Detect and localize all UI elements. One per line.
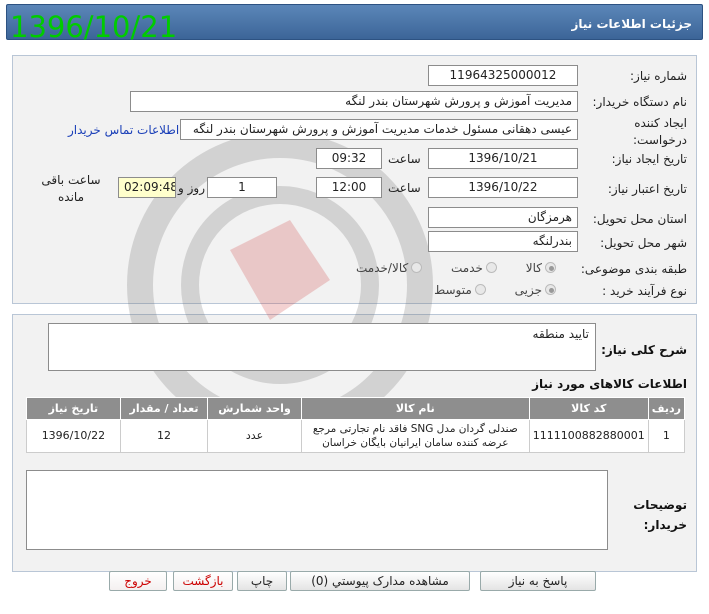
cell-code: 1111100882880001 bbox=[528, 419, 649, 453]
created-date-label: تاریخ ایجاد نیاز: bbox=[611, 152, 687, 166]
items-table: ردیف کد کالا نام کالا واحد شمارش تعداد /… bbox=[26, 397, 686, 453]
view-attachments-button[interactable]: مشاهده مدارک پیوستي (0) bbox=[290, 571, 470, 591]
table-row: 1 1111100882880001 صندلی گردان مدل SNG ف… bbox=[26, 419, 686, 453]
buyer-org-field: مدیریت آموزش و پرورش شهرستان بندر لنگه bbox=[130, 91, 578, 112]
city-label: شهر محل تحویل: bbox=[600, 236, 687, 250]
col-date: تاریخ نیاز bbox=[26, 397, 121, 420]
validity-time-field: 12:00 bbox=[316, 177, 382, 198]
category-option-service[interactable]: خدمت bbox=[451, 261, 500, 275]
cell-row: 1 bbox=[647, 419, 686, 453]
items-section-title: اطلاعات کالاهای مورد نیاز bbox=[532, 377, 687, 391]
process-option-minor[interactable]: جزیی bbox=[515, 283, 559, 297]
radio-checked-icon[interactable] bbox=[545, 262, 556, 273]
need-number-label: شماره نیاز: bbox=[630, 69, 687, 83]
remaining-time-label: ساعت باقی مانده bbox=[41, 173, 101, 204]
description-field: تایید منطقه bbox=[48, 323, 596, 371]
buyer-notes-label: توضیحات خریدار: bbox=[633, 498, 687, 532]
city-field: بندرلنگه bbox=[428, 231, 578, 252]
col-unit: واحد شمارش bbox=[207, 397, 302, 420]
back-button[interactable]: بازگشت bbox=[173, 571, 233, 591]
remaining-time-field: 02:09:48 bbox=[118, 177, 176, 198]
process-option-medium[interactable]: متوسط bbox=[434, 283, 489, 297]
created-time-field: 09:32 bbox=[316, 148, 382, 169]
radio-unchecked-icon[interactable] bbox=[474, 284, 486, 295]
radio-unchecked-icon[interactable] bbox=[411, 262, 423, 273]
items-table-header: ردیف کد کالا نام کالا واحد شمارش تعداد /… bbox=[26, 397, 686, 420]
col-code: کد کالا bbox=[528, 397, 649, 420]
buyer-org-label: نام دستگاه خریدار: bbox=[592, 95, 688, 109]
created-time-label: ساعت bbox=[388, 152, 421, 166]
category-option-goods-service[interactable]: کالا/خدمت bbox=[356, 261, 425, 275]
description-label: شرح کلی نیاز: bbox=[601, 343, 687, 357]
category-radio-group: کالا خدمت کالا/خدمت bbox=[334, 261, 559, 275]
page-title: جزئیات اطلاعات نیاز bbox=[571, 17, 692, 31]
print-button[interactable]: چاپ bbox=[237, 571, 287, 591]
description-text: تایید منطقه bbox=[532, 327, 589, 341]
process-radio-group: جزیی متوسط bbox=[412, 283, 559, 297]
province-label: استان محل تحویل: bbox=[592, 212, 687, 226]
cell-date: 1396/10/22 bbox=[26, 419, 121, 453]
category-label: طبقه بندی موضوعی: bbox=[580, 262, 687, 276]
validity-date-label: تاریخ اعتبار نیاز: bbox=[607, 182, 687, 196]
validity-days-label: روز و bbox=[178, 181, 205, 195]
need-number-field: 1196432500001​2 bbox=[428, 65, 578, 86]
province-field: هرمزگان bbox=[428, 207, 578, 228]
col-row: ردیف bbox=[647, 397, 686, 420]
category-option-goods[interactable]: کالا bbox=[526, 261, 559, 275]
cell-qty: 12 bbox=[119, 419, 209, 453]
col-qty: تعداد / مقدار bbox=[119, 397, 209, 420]
created-date-field: 1396/10/21 bbox=[428, 148, 578, 169]
radio-unchecked-icon[interactable] bbox=[485, 262, 497, 273]
radio-checked-icon[interactable] bbox=[545, 284, 556, 295]
validity-time-label: ساعت bbox=[388, 181, 421, 195]
reply-button[interactable]: پاسخ به نیاز bbox=[480, 571, 596, 591]
cell-unit: عدد bbox=[207, 419, 302, 453]
process-label: نوع فرآیند خرید : bbox=[602, 284, 687, 298]
cell-name: صندلی گردان مدل SNG فاقد نام تجارتی مرجع… bbox=[300, 419, 530, 453]
col-name: نام کالا bbox=[300, 397, 530, 420]
big-date-stamp: 1396/10/21 bbox=[10, 10, 178, 44]
validity-days-field: 1 bbox=[207, 177, 277, 198]
validity-date-field: 1396/10/22 bbox=[428, 177, 578, 198]
exit-button[interactable]: خروج bbox=[109, 571, 167, 591]
buyer-notes-field bbox=[26, 470, 608, 550]
buyer-contact-link[interactable]: اطلاعات تماس خریدار bbox=[68, 123, 179, 137]
creator-field: عیسی دهقانی مسئول خدمات مدیریت آموزش و پ… bbox=[180, 119, 578, 140]
creator-label: ایجاد کننده درخواست: bbox=[633, 116, 687, 147]
